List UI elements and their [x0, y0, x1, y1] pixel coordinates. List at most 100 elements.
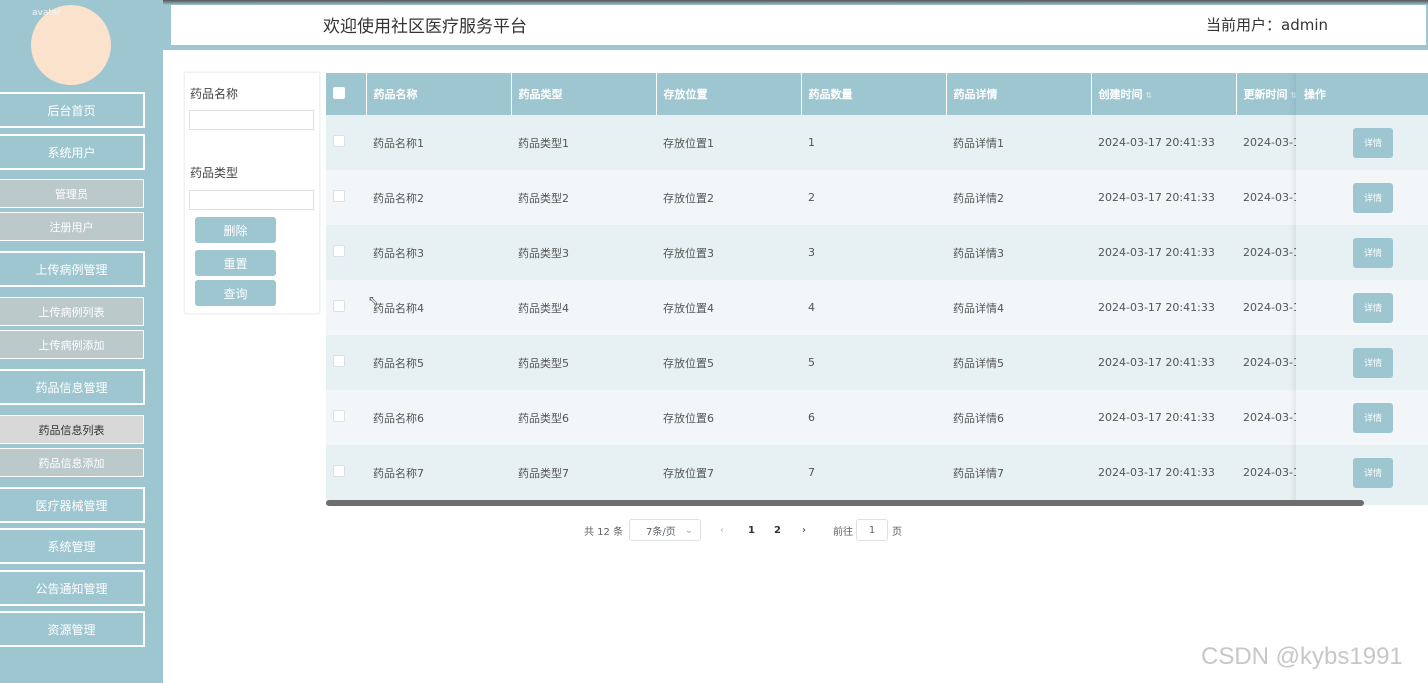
operation-cell: 详情 [1296, 280, 1428, 335]
header-shadow [163, 0, 1428, 5]
table-horizontal-scrollbar[interactable] [326, 500, 1364, 506]
detail-button[interactable]: 详情 [1353, 402, 1393, 433]
reset-button[interactable]: 重置 [195, 250, 276, 276]
sidebar-item[interactable]: 管理员 [0, 179, 144, 208]
sidebar-item[interactable]: 注册用户 [0, 212, 144, 241]
total-count: 共 12 条 [584, 526, 624, 538]
sort-icon[interactable]: ⇅ [1146, 91, 1153, 100]
sidebar-item[interactable]: 上传病例添加 [0, 330, 144, 359]
row-select-cell [326, 225, 366, 280]
cell-created: 2024-03-17 20:41:33 [1091, 335, 1236, 390]
row-checkbox[interactable] [333, 465, 345, 477]
drug-name-label: 药品名称 [190, 87, 239, 101]
row-checkbox[interactable] [333, 300, 345, 312]
row-select-cell [326, 445, 366, 500]
cell-qty: 6 [801, 390, 946, 445]
table-row: 药品名称3 药品类型3 存放位置3 3 药品详情3 2024-03-17 20:41:33… [326, 225, 1428, 280]
operation-cell: 详情 [1296, 225, 1428, 280]
row-select-cell [326, 170, 366, 225]
sidebar-item[interactable]: 药品信息管理 [0, 369, 145, 405]
cell-detail: 药品详情3 [946, 225, 1091, 280]
table-row: 药品名称2 药品类型2 存放位置2 2 药品详情2 2024-03-17 20:41:33… [326, 170, 1428, 225]
query-button[interactable]: 查询 [195, 280, 276, 306]
cell-type: 药品类型5 [511, 335, 656, 390]
detail-button[interactable]: 详情 [1353, 237, 1393, 268]
cell-qty: 5 [801, 335, 946, 390]
col-header-qty: 药品数量 [801, 73, 947, 115]
chevron-down-icon: ⌄ [684, 524, 694, 536]
cell-location: 存放位置1 [656, 115, 801, 170]
cell-name: 药品名称2 [366, 170, 511, 225]
sidebar-item[interactable]: 系统用户 [0, 134, 145, 170]
cell-qty: 1 [801, 115, 946, 170]
operation-cell: 详情 [1296, 115, 1428, 170]
row-select-cell [326, 335, 366, 390]
cell-created: 2024-03-17 20:41:33 [1091, 390, 1236, 445]
drug-name-input[interactable] [189, 110, 314, 130]
cell-type: 药品类型6 [511, 390, 656, 445]
watermark: CSDN @kybs1991 [1201, 643, 1403, 670]
sidebar-item[interactable]: 药品信息列表 [0, 415, 144, 444]
page-2[interactable]: 2 [774, 519, 781, 541]
cell-location: 存放位置6 [656, 390, 801, 445]
cell-location: 存放位置5 [656, 335, 801, 390]
cell-location: 存放位置7 [656, 445, 801, 500]
delete-button[interactable]: 删除 [195, 217, 276, 243]
cell-qty: 7 [801, 445, 946, 500]
col-header-created[interactable]: 创建时间 ⇅ [1091, 73, 1237, 115]
cell-name: 药品名称4 [366, 280, 511, 335]
col-header-operation: 操作 [1296, 73, 1428, 115]
row-checkbox[interactable] [333, 190, 345, 202]
detail-button[interactable]: 详情 [1353, 127, 1393, 158]
sidebar-item[interactable]: 上传病例列表 [0, 297, 144, 326]
next-page-icon[interactable]: › [802, 519, 806, 541]
detail-button[interactable]: 详情 [1353, 347, 1393, 378]
cell-detail: 药品详情6 [946, 390, 1091, 445]
cell-detail: 药品详情5 [946, 335, 1091, 390]
sidebar-item[interactable]: 药品信息添加 [0, 448, 144, 477]
cell-type: 药品类型7 [511, 445, 656, 500]
cell-created: 2024-03-17 20:41:33 [1091, 115, 1236, 170]
cell-detail: 药品详情4 [946, 280, 1091, 335]
row-checkbox[interactable] [333, 135, 345, 147]
sidebar-item[interactable]: 资源管理 [0, 611, 145, 647]
detail-button[interactable]: 详情 [1353, 292, 1393, 323]
sidebar-item[interactable]: 医疗器械管理 [0, 487, 145, 523]
drug-type-label: 药品类型 [190, 166, 239, 180]
page-title: 欢迎使用社区医疗服务平台 [323, 17, 527, 37]
sidebar-item[interactable]: 上传病例管理 [0, 251, 145, 287]
cell-name: 药品名称5 [366, 335, 511, 390]
cell-detail: 药品详情1 [946, 115, 1091, 170]
sidebar-item[interactable]: 系统管理 [0, 528, 145, 564]
drug-type-input[interactable] [189, 190, 314, 210]
select-all-cell [326, 73, 367, 115]
row-checkbox[interactable] [333, 410, 345, 422]
row-checkbox[interactable] [333, 245, 345, 257]
cell-type: 药品类型3 [511, 225, 656, 280]
sidebar-item[interactable]: 公告通知管理 [0, 570, 145, 606]
cell-name: 药品名称6 [366, 390, 511, 445]
goto-page-input[interactable]: 1 [856, 519, 888, 541]
row-select-cell [326, 390, 366, 445]
page-size-select[interactable]: 7条/页 ⌄ [629, 519, 701, 541]
operation-cell: 详情 [1296, 170, 1428, 225]
cell-name: 药品名称3 [366, 225, 511, 280]
detail-button[interactable]: 详情 [1353, 182, 1393, 213]
detail-button[interactable]: 详情 [1353, 457, 1393, 488]
cell-location: 存放位置3 [656, 225, 801, 280]
avatar-alt-text: avatar [32, 8, 62, 18]
sidebar: avatar 后台首页系统用户管理员注册用户上传病例管理上传病例列表 上传病例添加… [0, 0, 163, 683]
page-size-value: 7条/页 [646, 526, 676, 538]
prev-page-icon[interactable]: ‹ [720, 519, 724, 541]
cell-qty: 4 [801, 280, 946, 335]
cell-created: 2024-03-17 20:41:33 [1091, 280, 1236, 335]
table-row: 药品名称6 药品类型6 存放位置6 6 药品详情6 2024-03-17 20:41:33… [326, 390, 1428, 445]
cell-detail: 药品详情7 [946, 445, 1091, 500]
table-body: 药品名称1 药品类型1 存放位置1 1 药品详情1 2024-03-17 20:41:33… [326, 115, 1428, 500]
sidebar-item[interactable]: 后台首页 [0, 92, 145, 128]
select-all-checkbox[interactable] [333, 86, 345, 99]
row-checkbox[interactable] [333, 355, 345, 367]
operation-cell: 详情 [1296, 335, 1428, 390]
page-1[interactable]: 1 [748, 519, 755, 541]
cell-type: 药品类型2 [511, 170, 656, 225]
